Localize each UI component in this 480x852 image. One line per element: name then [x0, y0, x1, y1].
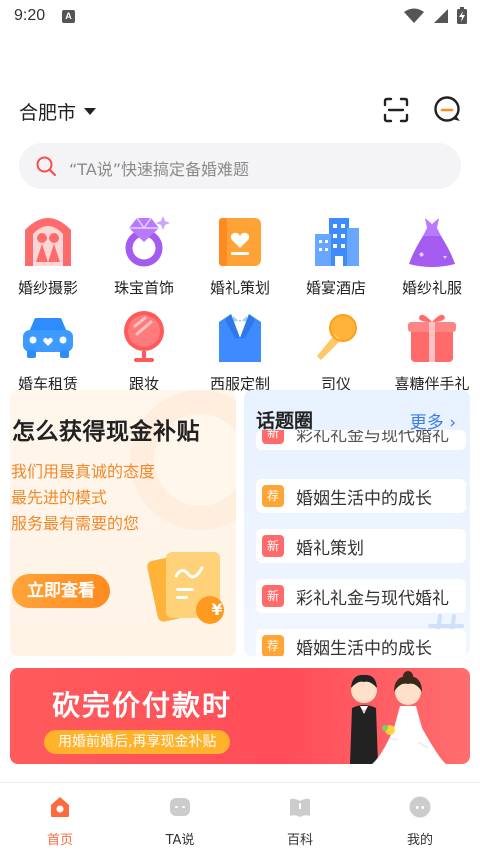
status-icons	[404, 6, 468, 26]
topic-circle-logo: 话题圈	[256, 410, 314, 432]
category-gift[interactable]: 喜糖伴手礼	[384, 308, 480, 394]
receipt-icon	[147, 552, 224, 624]
car-icon	[23, 318, 73, 358]
tab-label: 百科	[286, 833, 313, 848]
bargain-banner[interactable]: 砍完价付款时 用婚前婚后,再享现金补贴	[10, 668, 470, 764]
view-now-button[interactable]: 立即查看	[12, 574, 110, 608]
topic-tag: 新	[262, 585, 284, 607]
topic-text: 彩礼礼金与现代婚礼	[296, 588, 449, 609]
topic-item[interactable]: 荐 婚姻生活中的成长	[256, 479, 466, 513]
topic-tag: 荐	[262, 485, 284, 507]
promo-line: 最先进的模式	[11, 488, 108, 507]
signal-icon	[434, 9, 448, 23]
wifi-icon	[404, 8, 424, 23]
category-suit[interactable]: 西服定制	[192, 308, 288, 394]
category-mc[interactable]: 司仪	[288, 308, 384, 394]
category-label: 婚纱摄影	[17, 279, 78, 297]
topic-circle-card: 话题圈 更多 › 新 彩礼礼金与现代婚礼 荐 婚姻生活中的成长 新 婚礼策划 新…	[244, 390, 470, 656]
gift-icon	[408, 314, 456, 362]
wedding-photo-icon	[25, 218, 71, 266]
category-wedding-photo[interactable]: 婚纱摄影	[0, 212, 96, 298]
topic-text: 彩礼礼金与现代婚礼	[296, 430, 449, 446]
topic-item[interactable]: 新 婚礼策划	[256, 529, 466, 563]
subsidy-promo-card[interactable]: 怎么获得现金补贴 我们用最真诚的态度 最先进的模式 服务最有需要的您 立即查看 …	[10, 390, 236, 656]
tab-ta-says[interactable]: TA说	[140, 795, 220, 848]
category-label: 珠宝首饰	[113, 279, 174, 297]
topic-tag: 荐	[262, 635, 284, 656]
topic-tag: 新	[262, 430, 284, 444]
banner-subtitle: 用婚前婚后,再享现金补贴	[44, 730, 231, 754]
notification-icon: A	[62, 10, 75, 23]
status-time: 9:20	[14, 7, 46, 24]
banner-title: 砍完价付款时	[52, 689, 233, 722]
status-bar: 9:20 A	[0, 0, 480, 34]
city-name: 合肥市	[19, 102, 77, 124]
battery-icon	[457, 7, 467, 24]
search-icon	[36, 156, 56, 176]
bottom-tab-bar: 首页 TA说 百科 我的	[0, 782, 480, 852]
topic-text: 婚礼策划	[296, 538, 364, 559]
category-makeup[interactable]: 跟妆	[96, 308, 192, 394]
tab-home[interactable]: 首页	[20, 795, 100, 848]
yen-badge: ¥	[211, 600, 223, 619]
category-label: 婚宴酒店	[305, 279, 366, 297]
category-dress[interactable]: 婚纱礼服	[384, 212, 480, 298]
search-placeholder: “TA说”快速搞定备婚难题	[69, 160, 250, 179]
tab-label: 我的	[406, 833, 433, 848]
topic-item[interactable]: 新 彩礼礼金与现代婚礼	[256, 579, 466, 613]
city-selector[interactable]: 合肥市	[19, 98, 97, 125]
category-car[interactable]: 婚车租赁	[0, 308, 96, 394]
promo-line: 服务最有需要的您	[11, 514, 140, 533]
microphone-icon	[317, 314, 357, 360]
home-icon	[51, 797, 69, 817]
category-wedding-plan[interactable]: 婚礼策划	[192, 212, 288, 298]
category-label: 婚礼策划	[209, 279, 270, 297]
ring-icon	[125, 216, 170, 267]
promo-line: 我们用最真诚的态度	[11, 462, 156, 481]
tab-label: 首页	[46, 833, 73, 848]
topic-item[interactable]: 新 彩礼礼金与现代婚礼	[256, 430, 466, 450]
dress-icon	[409, 218, 455, 267]
topic-text: 婚姻生活中的成长	[296, 488, 432, 509]
caret-down-icon	[84, 108, 97, 115]
mirror-icon	[124, 311, 164, 362]
category-jewelry[interactable]: 珠宝首饰	[96, 212, 192, 298]
couple-illustration	[350, 671, 446, 764]
category-hotel[interactable]: 婚宴酒店	[288, 212, 384, 298]
tab-encyclopedia[interactable]: 百科	[260, 795, 340, 848]
tab-label: TA说	[165, 833, 195, 848]
wedding-plan-icon	[219, 218, 261, 266]
header: 合肥市	[0, 90, 480, 130]
suit-icon	[219, 314, 261, 362]
category-label: 婚纱礼服	[401, 279, 462, 297]
chat-icon	[170, 798, 190, 816]
topic-tag: 新	[262, 535, 284, 557]
profile-icon	[409, 796, 431, 818]
message-icon[interactable]	[432, 94, 462, 124]
search-bar[interactable]: “TA说”快速搞定备婚难题	[19, 143, 461, 189]
book-icon	[290, 798, 310, 817]
topic-item[interactable]: 荐 婚姻生活中的成长	[256, 629, 466, 656]
tab-profile[interactable]: 我的	[380, 795, 460, 848]
promo-title: 怎么获得现金补贴	[12, 419, 200, 445]
hotel-icon	[315, 218, 359, 266]
topic-text: 婚姻生活中的成长	[296, 638, 432, 657]
scan-icon[interactable]	[382, 96, 410, 124]
